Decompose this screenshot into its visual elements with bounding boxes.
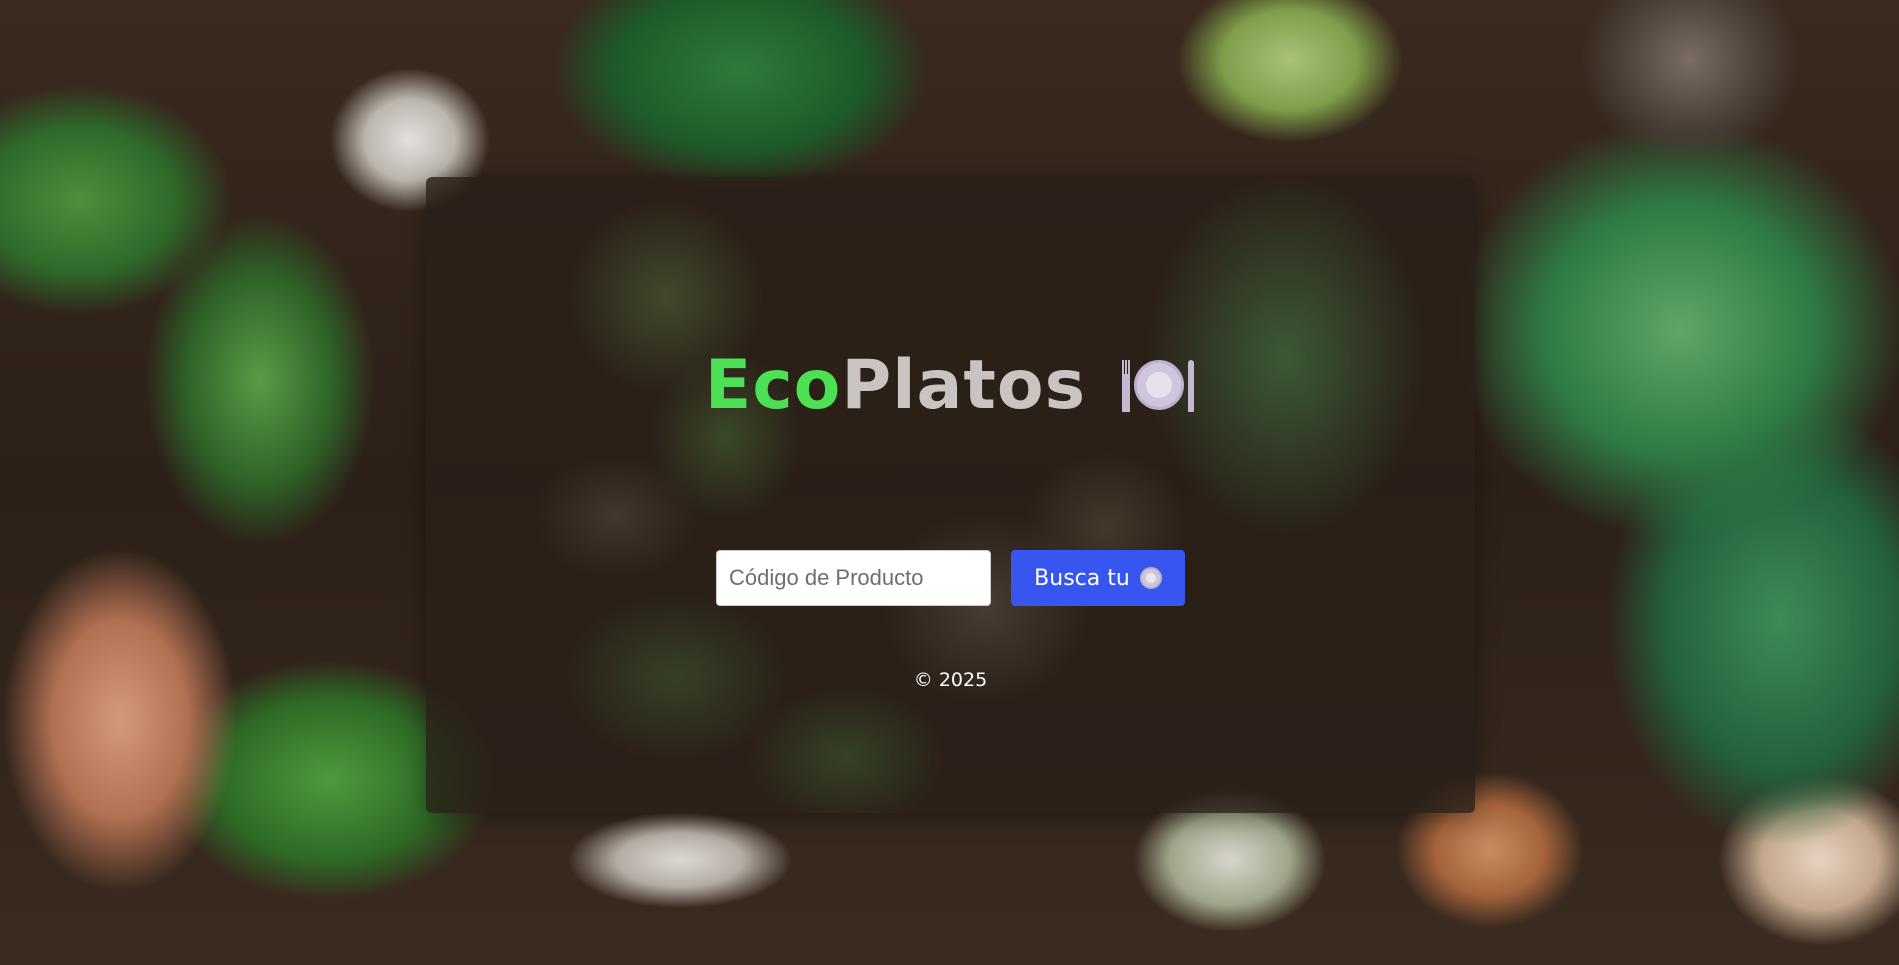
product-code-input[interactable]: [716, 550, 991, 606]
search-button-label: Busca tu: [1034, 565, 1130, 591]
plate-icon: [1139, 567, 1162, 589]
fork-icon: [1122, 360, 1131, 412]
plate-with-cutlery-icon: [1120, 356, 1196, 416]
page-title: Eco Platos: [426, 352, 1475, 420]
plate-icon: [1134, 360, 1185, 410]
search-form: Busca tu: [716, 550, 1185, 606]
main-card: Eco Platos Busca tu © 2025: [426, 177, 1475, 813]
copyright-footer: © 2025: [913, 669, 988, 691]
brand-platos: Platos: [841, 346, 1087, 425]
search-button[interactable]: Busca tu: [1011, 550, 1185, 606]
knife-icon: [1188, 360, 1195, 412]
brand-eco: Eco: [704, 346, 842, 425]
